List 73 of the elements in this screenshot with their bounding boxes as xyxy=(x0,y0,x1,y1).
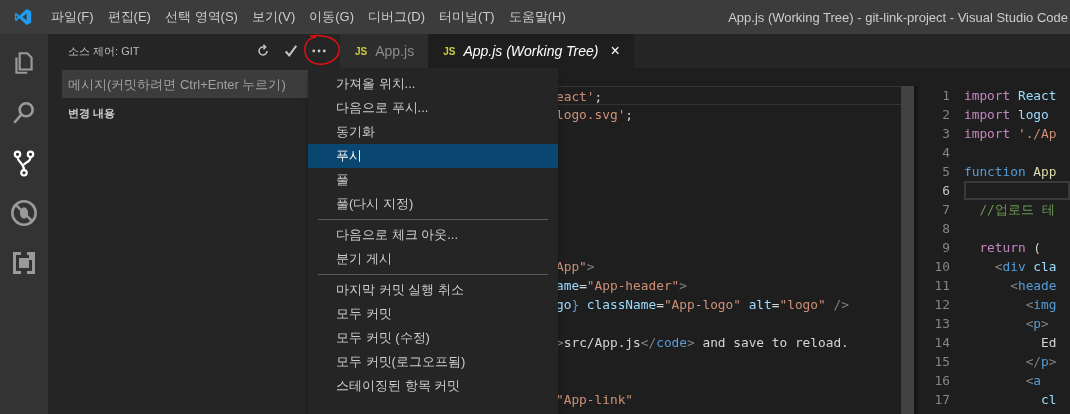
code-line: <heade xyxy=(1009,278,1057,293)
line-number: 1 xyxy=(941,87,950,105)
refresh-icon[interactable] xyxy=(256,44,270,58)
menu-item[interactable]: 이동(G) xyxy=(302,8,362,26)
code-line: <p> xyxy=(1024,316,1049,331)
code-line: <div cla xyxy=(993,259,1057,274)
line-number: 4 xyxy=(941,144,950,162)
editor-tab[interactable]: JS App.js xyxy=(340,34,429,68)
menu-item[interactable]: 디버그(D) xyxy=(361,8,433,26)
menu-item[interactable]: 파일(F) xyxy=(44,8,101,26)
menu-item[interactable]: 모두 커밋 xyxy=(308,302,558,326)
menu-item[interactable]: 마지막 커밋 실행 취소 xyxy=(308,278,558,302)
line-number: 12 xyxy=(933,296,950,314)
scrollbar[interactable] xyxy=(901,86,914,414)
menu-item[interactable]: 푸시 xyxy=(308,144,558,168)
code-line: //업로드 테 xyxy=(978,202,1055,217)
line-number: 6 xyxy=(941,182,950,200)
line-number: 16 xyxy=(933,372,950,390)
no-bug-icon[interactable] xyxy=(10,199,38,227)
line-number: 14 xyxy=(933,334,950,352)
line-number: 3 xyxy=(941,125,950,143)
app-logo-icon xyxy=(14,8,32,26)
line-number: 5 xyxy=(941,163,950,181)
menu-item[interactable]: 터미널(T) xyxy=(432,8,502,26)
menu-item[interactable]: 편집(E) xyxy=(100,8,158,26)
code-line: <img xyxy=(1024,297,1057,312)
code-line: </p> xyxy=(1024,354,1057,369)
menu-item[interactable]: 선택 영역(S) xyxy=(157,8,245,26)
code-line: cl xyxy=(1040,392,1057,407)
branch-icon[interactable] xyxy=(11,149,37,177)
tab-label: App.js (Working Tree) xyxy=(463,43,599,59)
line-number: 9 xyxy=(941,239,950,257)
section-header: 변경 내용 xyxy=(68,106,117,121)
tab-label: App.js xyxy=(375,43,415,59)
menu-item[interactable]: 다음으로 체크 아웃... xyxy=(308,223,558,247)
menu-item[interactable]: 분기 게시 xyxy=(308,247,558,271)
menu-item[interactable]: 동기화 xyxy=(308,120,558,144)
panel-title: 소스 제어: GIT xyxy=(68,43,141,59)
code-line: function App xyxy=(964,164,1057,179)
code-line: logo.svg'; xyxy=(556,107,634,122)
line-number: 11 xyxy=(933,277,950,295)
line-number: 10 xyxy=(933,258,950,276)
menu-item[interactable]: 스테이징된 항목 커밋 xyxy=(308,374,558,398)
line-number: 13 xyxy=(933,315,950,333)
code-line: Ed xyxy=(1040,335,1057,350)
extensions-icon[interactable] xyxy=(12,251,36,275)
line-number: 17 xyxy=(933,391,950,409)
search-icon[interactable] xyxy=(11,100,37,126)
code-line: ame="App-header"> xyxy=(556,278,687,293)
code-line: return ( xyxy=(978,240,1042,255)
line-number: 8 xyxy=(941,220,950,238)
code-line: "App-link" xyxy=(556,392,634,407)
more-icon[interactable] xyxy=(312,49,326,53)
line-number: 2 xyxy=(941,106,950,124)
editor-tab[interactable]: JS App.js (Working Tree) × xyxy=(428,34,634,68)
menu-item[interactable]: 다음으로 푸시... xyxy=(308,96,558,120)
code-line: import logo xyxy=(964,107,1049,122)
code-line: <a xyxy=(1024,373,1042,388)
menu-item[interactable]: 모두 커밋 (수정) xyxy=(308,326,558,350)
window-title: App.js (Working Tree) - git-link-project - Visual Studio Code xyxy=(728,9,1069,25)
check-icon[interactable] xyxy=(284,44,298,58)
file-type-label: JS xyxy=(443,45,456,57)
line-number: 15 xyxy=(933,353,950,371)
line-number: 7 xyxy=(941,201,950,219)
menu-item[interactable]: 모두 커밋(로그오프됨) xyxy=(308,350,558,374)
code-line: import './Ap xyxy=(964,126,1057,141)
menu-item[interactable]: 풀(다시 지정) xyxy=(308,192,558,216)
menu-item[interactable]: 도움말(H) xyxy=(501,8,573,26)
menu-item[interactable]: 풀 xyxy=(308,168,558,192)
code-line: import React xyxy=(964,88,1057,103)
menu-item[interactable]: 보기(V) xyxy=(244,8,303,26)
close-icon[interactable]: × xyxy=(610,42,620,60)
file-type-label: JS xyxy=(355,45,368,57)
